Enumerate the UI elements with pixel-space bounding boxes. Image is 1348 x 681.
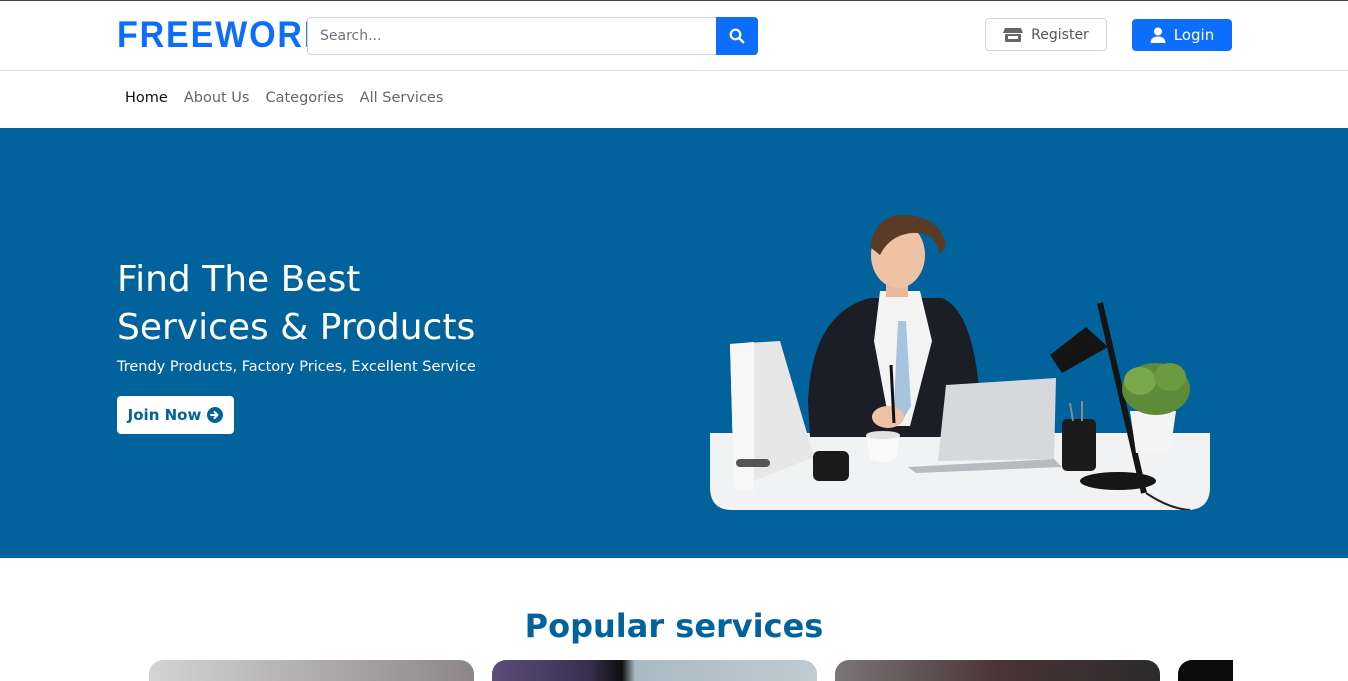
service-card[interactable] (1178, 660, 1233, 681)
hero-title-line2: Services & Products (117, 307, 476, 348)
login-button[interactable]: Login (1132, 19, 1232, 51)
join-now-button[interactable]: Join Now (117, 396, 234, 434)
main-nav: Home About Us Categories All Services (0, 71, 1348, 128)
user-icon (1150, 27, 1166, 43)
register-button[interactable]: Register (985, 18, 1107, 51)
register-label: Register (1031, 26, 1089, 43)
hero-tagline: Trendy Products, Factory Prices, Excelle… (117, 359, 476, 375)
nav-item-all-services[interactable]: All Services (352, 90, 452, 106)
store-icon (1003, 27, 1024, 42)
nav-item-categories[interactable]: Categories (257, 90, 351, 106)
site-header: FREEWORK Register Login (0, 1, 1348, 71)
search-icon (729, 28, 745, 44)
search-button[interactable] (716, 17, 758, 55)
login-label: Login (1173, 26, 1215, 44)
popular-services-cards (149, 660, 1233, 681)
service-card[interactable] (835, 660, 1160, 681)
hero-image-businessman (710, 214, 1210, 510)
popular-services-heading: Popular services (524, 607, 824, 645)
service-card[interactable] (492, 660, 817, 681)
nav-item-home[interactable]: Home (117, 90, 176, 106)
search-bar (307, 17, 758, 55)
service-card[interactable] (149, 660, 474, 681)
join-now-label: Join Now (127, 406, 202, 424)
hero-title-line1: Find The Best (117, 259, 361, 300)
site-logo[interactable]: FREEWORK (117, 15, 330, 55)
nav-item-about-us[interactable]: About Us (176, 90, 258, 106)
hero-banner: Find The Best Services & Products Trendy… (0, 128, 1348, 558)
arrow-circle-right-icon (207, 407, 224, 423)
search-input[interactable] (307, 17, 716, 55)
hero-title: Find The Best Services & Products (117, 256, 637, 352)
